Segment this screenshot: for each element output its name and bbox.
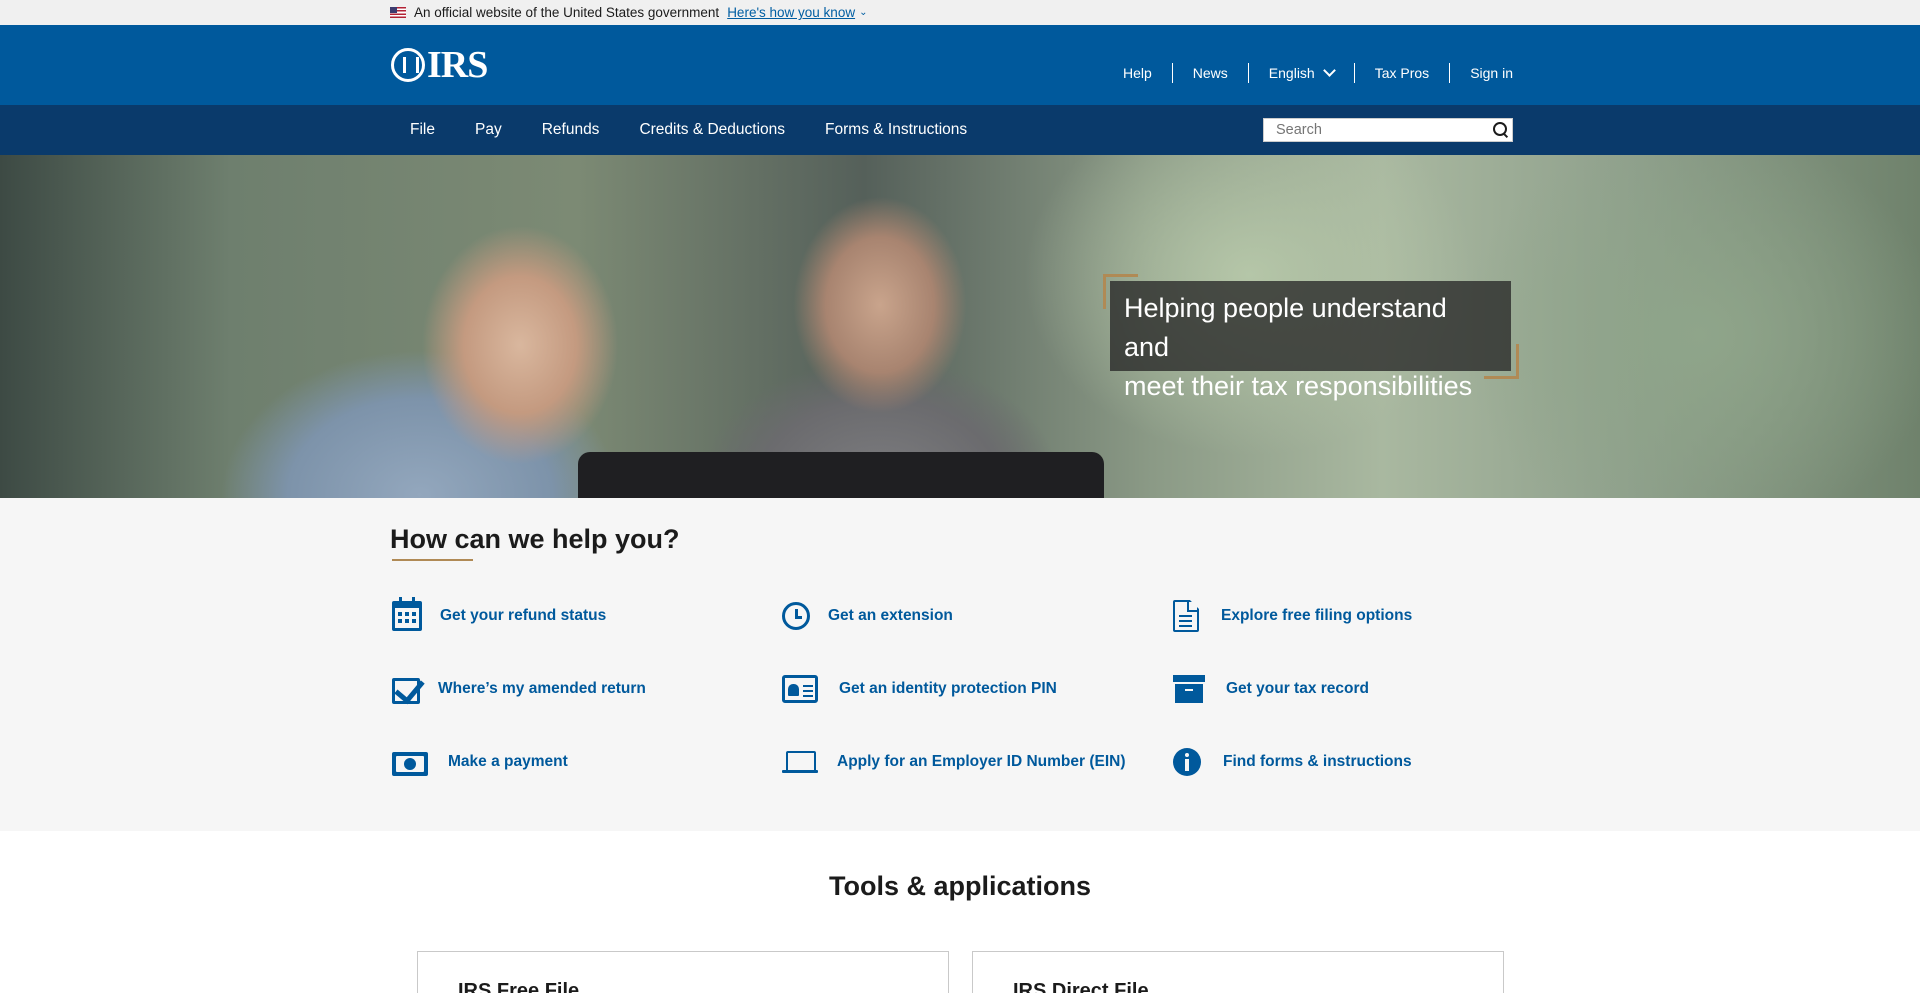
gov-banner-text: An official website of the United States… [414, 5, 720, 20]
help-title-underline [392, 559, 473, 561]
nav-refunds[interactable]: Refunds [522, 121, 620, 139]
help-link-free-filing[interactable]: Explore free filing options [1173, 598, 1412, 634]
help-link-forms-instructions[interactable]: Find forms & instructions [1173, 744, 1412, 780]
nav-credits-deductions[interactable]: Credits & Deductions [619, 121, 805, 139]
language-selector[interactable]: English [1249, 63, 1355, 83]
nav-forms-instructions[interactable]: Forms & Instructions [805, 121, 987, 139]
search-icon[interactable] [1488, 119, 1512, 141]
help-link-label: Get an identity protection PIN [839, 680, 1057, 697]
help-link-label: Explore free filing options [1221, 607, 1413, 624]
heres-how-you-know-link[interactable]: Here's how you know [727, 5, 855, 20]
sign-in-link[interactable]: Sign in [1450, 63, 1513, 83]
tool-card-title: IRS Free File [458, 980, 580, 993]
logo-text: IRS [427, 44, 488, 86]
main-nav-items: File Pay Refunds Credits & Deductions Fo… [390, 105, 987, 155]
tool-card-direct-file[interactable]: IRS Direct File [972, 951, 1504, 993]
us-flag-icon [390, 7, 406, 18]
irs-logo[interactable]: IRS [391, 44, 488, 86]
nav-pay[interactable]: Pay [455, 121, 522, 139]
chevron-down-icon[interactable]: ⌄ [859, 7, 867, 18]
chevron-down-icon [1322, 64, 1336, 77]
tool-card-title: IRS Direct File [1013, 980, 1149, 993]
clock-icon [782, 602, 810, 630]
id-card-icon [782, 675, 818, 703]
money-icon [392, 752, 428, 776]
tools-title: Tools & applications [828, 871, 1092, 901]
help-link-refund-status[interactable]: Get your refund status [392, 597, 607, 634]
hero-banner: Helping people understand and meet their… [0, 155, 1920, 498]
gov-banner-content: An official website of the United States… [390, 0, 867, 25]
hero-laptop-image [578, 452, 1104, 498]
search-box [1263, 118, 1513, 142]
site-header: IRS Help News English Tax Pros Sign in [0, 25, 1920, 105]
utility-nav: Help News English Tax Pros Sign in [1103, 62, 1513, 84]
main-nav: File Pay Refunds Credits & Deductions Fo… [0, 105, 1920, 155]
help-link[interactable]: Help [1103, 63, 1173, 83]
news-link[interactable]: News [1173, 63, 1249, 83]
tools-section: Tools & applications IRS Free File IRS D… [0, 831, 1920, 993]
help-link-label: Find forms & instructions [1223, 753, 1412, 770]
gov-banner: An official website of the United States… [0, 0, 1920, 25]
help-link-extension[interactable]: Get an extension [782, 598, 953, 634]
help-title: How can we help you? [390, 524, 680, 554]
laptop-icon [782, 748, 818, 776]
help-link-label: Make a payment [448, 753, 568, 770]
hero-headline-box: Helping people understand and meet their… [1110, 281, 1511, 401]
help-link-ein[interactable]: Apply for an Employer ID Number (EIN) [782, 744, 1126, 780]
hero-headline-line2: meet their tax responsibilities [1124, 371, 1473, 401]
help-link-label: Get an extension [828, 607, 953, 624]
document-icon [1173, 600, 1199, 632]
help-link-make-payment[interactable]: Make a payment [392, 744, 568, 780]
help-link-label: Where’s my amended return [438, 680, 646, 697]
tax-pros-link[interactable]: Tax Pros [1355, 63, 1451, 83]
language-label: English [1268, 65, 1315, 81]
tool-card-free-file[interactable]: IRS Free File [417, 951, 949, 993]
calendar-icon [392, 597, 422, 631]
hero-headline-line1: Helping people understand and [1124, 293, 1447, 362]
help-link-label: Get your refund status [440, 607, 607, 624]
help-section: How can we help you? Get your refund sta… [0, 498, 1920, 831]
help-link-tax-record[interactable]: Get your tax record [1173, 671, 1369, 707]
eagle-emblem-icon [391, 48, 425, 82]
hero-frame-corner-bottom-right [1484, 344, 1519, 379]
help-link-ip-pin[interactable]: Get an identity protection PIN [782, 671, 1057, 707]
info-icon [1173, 748, 1201, 776]
nav-file[interactable]: File [390, 121, 455, 139]
archive-icon [1173, 675, 1205, 703]
search-input[interactable] [1264, 119, 1488, 141]
help-link-amended-return[interactable]: Where’s my amended return [392, 671, 646, 707]
help-link-label: Get your tax record [1226, 680, 1369, 697]
checkbox-icon [392, 678, 420, 704]
help-link-label: Apply for an Employer ID Number (EIN) [837, 753, 1126, 770]
